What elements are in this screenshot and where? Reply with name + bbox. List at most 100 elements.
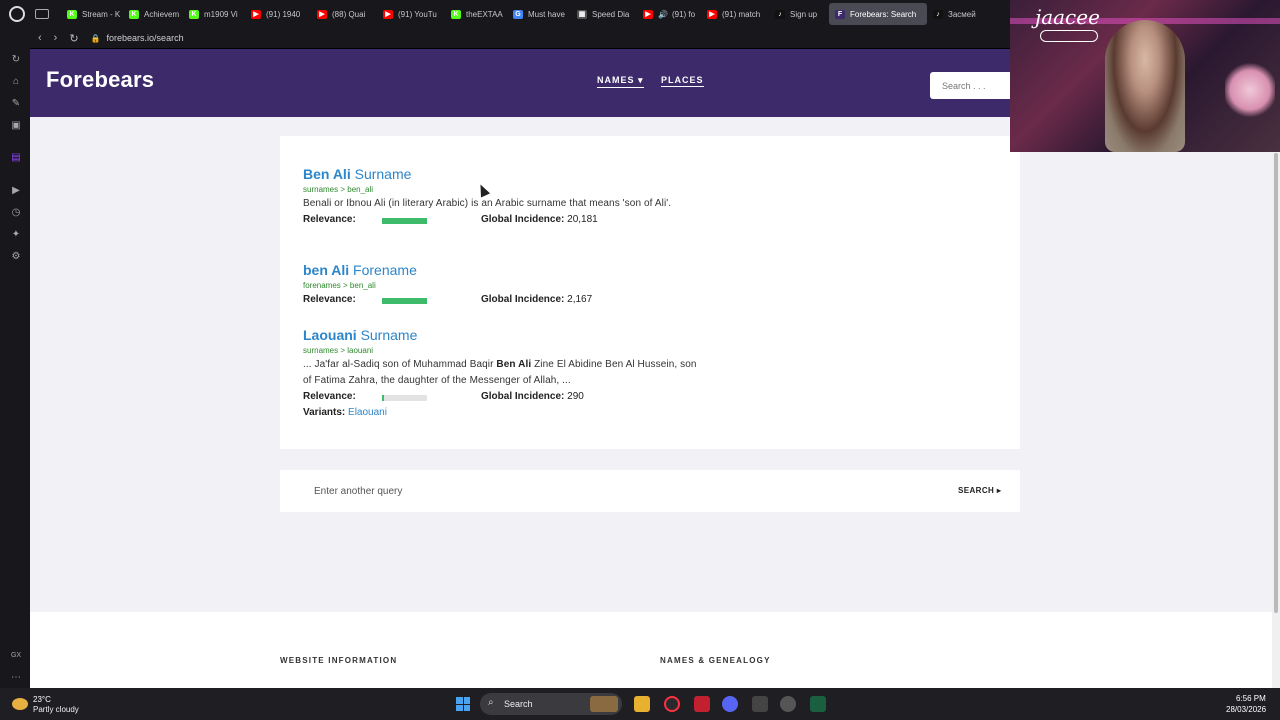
browser-tab[interactable]: ▶ (91) YouTu <box>377 3 445 25</box>
lock-icon: 🔒 <box>90 33 101 43</box>
more-icon[interactable]: ⋯ <box>10 672 22 684</box>
gx-icon[interactable]: GX <box>10 650 22 662</box>
extensions-icon[interactable]: ✦ <box>10 229 22 241</box>
history-icon[interactable]: ↻ <box>10 54 22 66</box>
terminal-icon[interactable] <box>810 696 826 712</box>
reload-icon[interactable]: ↻ <box>69 32 78 45</box>
variant-link[interactable]: Elaouani <box>348 407 387 418</box>
result-breadcrumb[interactable]: surnames > ben_ali <box>303 185 723 194</box>
variants-label: Variants: <box>303 407 346 418</box>
results-card: Ben Ali Surname surnames > ben_ali Benal… <box>280 136 1020 449</box>
browser-tab[interactable]: K Stream - K <box>61 3 123 25</box>
tab-label: theEXTAA <box>466 9 503 19</box>
windows-taskbar: 23°C Partly cloudy ⌕ Search 6:56 PM 28/0… <box>0 688 1280 720</box>
result-stats: Relevance: Global Incidence: 2,167 <box>303 292 723 308</box>
footer-names-genealogy: NAMES & GENEALOGY <box>660 656 771 665</box>
messenger-icon[interactable]: ▣ <box>10 120 22 132</box>
result-title-link[interactable]: ben Ali Forename <box>303 262 723 278</box>
browser-tab[interactable]: ▶ (91) 1940 <box>245 3 311 25</box>
app-x-icon[interactable] <box>694 696 710 712</box>
tab-label: m1909 Vi <box>204 9 238 19</box>
site-footer: WEBSITE INFORMATION NAMES & GENEALOGY <box>30 612 1272 688</box>
browser-tab[interactable]: ♪ Sign up <box>769 3 829 25</box>
player-icon[interactable]: ▶ <box>10 185 22 197</box>
tab-label: (91) fo <box>671 9 696 19</box>
clock-icon[interactable]: ◷ <box>10 207 22 219</box>
result-title-link[interactable]: Laouani Surname <box>303 327 723 343</box>
browser-sidebar: ↻ ⌂ ✎ ▣ ▤ ▶ ◷ ✦ ⚙ GX ⋯ <box>0 28 30 688</box>
browser-tab[interactable]: F Forebears: Search <box>829 3 927 25</box>
relevance-bar <box>382 395 427 401</box>
global-incidence: Global Incidence: 2,167 <box>481 294 593 305</box>
global-incidence: Global Incidence: 290 <box>481 391 584 402</box>
browser-tab[interactable]: K Achievem <box>123 3 183 25</box>
windows-start-icon[interactable] <box>456 697 470 711</box>
tab-favicon-icon: K <box>451 9 461 19</box>
flower-decoration <box>1225 60 1275 120</box>
edit-icon[interactable]: ✎ <box>10 98 22 110</box>
taskbar-time[interactable]: 6:56 PM <box>1236 694 1266 703</box>
address-bar: ‹ › ↻ 🔒 forebears.io/search <box>30 28 1010 48</box>
tab-favicon-icon: ▶ <box>643 9 653 19</box>
result-breadcrumb[interactable]: surnames > laouani <box>303 346 723 355</box>
browser-tab[interactable]: ♪ Засмей <box>927 3 977 25</box>
search-highlight-icon <box>590 696 618 712</box>
weather-temperature[interactable]: 23°C <box>33 695 51 704</box>
briefcase-icon[interactable]: ⌂ <box>10 76 22 88</box>
result-stats: Relevance: Global Incidence: 20,181 <box>303 212 723 228</box>
browser-tab[interactable]: ▶ 🔊 (91) fo <box>637 3 701 25</box>
tab-favicon-icon: ▶ <box>251 9 261 19</box>
weather-icon[interactable] <box>12 698 28 710</box>
webcam-overlay: jaacee <box>1010 0 1280 152</box>
browser-tab[interactable]: KtheEXTAA <box>445 3 507 25</box>
opera-gx-icon[interactable] <box>664 696 680 712</box>
caret-right-icon: ▸ <box>996 486 1002 495</box>
query-input[interactable] <box>314 480 874 502</box>
opera-logo-icon[interactable] <box>9 6 25 22</box>
nav-names[interactable]: NAMES ▾ <box>597 75 644 88</box>
forward-icon[interactable]: › <box>54 32 58 44</box>
streamer-camera <box>1105 20 1185 152</box>
weather-description[interactable]: Partly cloudy <box>33 705 79 714</box>
tab-list: K Stream - K K Achievem Km1909 Vi ▶ (91) 1940 ▶… <box>61 3 977 25</box>
back-icon[interactable]: ‹ <box>38 32 42 44</box>
browser-tab[interactable]: ▶ (91) match <box>701 3 769 25</box>
obs-icon[interactable] <box>752 696 768 712</box>
file-explorer-icon[interactable] <box>634 696 650 712</box>
result-item: Ben Ali Surname surnames > ben_ali Benal… <box>303 166 723 228</box>
tab-favicon-icon: ▦ <box>577 9 587 19</box>
tab-label: (91) match <box>722 9 761 19</box>
taskbar-date[interactable]: 28/03/2026 <box>1226 705 1266 714</box>
browser-tab[interactable]: ▦ Speed Dia <box>571 3 637 25</box>
url-text[interactable]: forebears.io/search <box>107 33 184 43</box>
site-search-input[interactable] <box>930 72 1020 99</box>
twitch-icon[interactable]: ▤ <box>10 152 22 164</box>
race-car-icon <box>1040 30 1098 42</box>
relevance-bar <box>382 218 427 224</box>
query-card: SEARCH ▸ <box>280 470 1020 512</box>
browser-tab[interactable]: Km1909 Vi <box>183 3 245 25</box>
taskbar-search[interactable]: ⌕ Search <box>480 693 622 715</box>
search-button[interactable]: SEARCH ▸ <box>958 486 1001 495</box>
tab-label: Stream - K <box>82 9 121 19</box>
result-breadcrumb[interactable]: forenames > ben_ali <box>303 281 723 290</box>
result-stats: Relevance: Global Incidence: 290 <box>303 389 723 405</box>
site-logo[interactable]: Forebears <box>46 67 154 93</box>
global-incidence: Global Incidence: 20,181 <box>481 214 598 225</box>
browser-tab[interactable]: ▶ (88) Quai <box>311 3 377 25</box>
tab-favicon-icon: ♪ <box>933 9 943 19</box>
tab-label: (91) YouTu <box>398 9 437 19</box>
discord-icon[interactable] <box>722 696 738 712</box>
browser-tab[interactable]: G Must have <box>507 3 571 25</box>
tab-islands-icon[interactable] <box>35 9 49 19</box>
scrollbar-thumb[interactable] <box>1274 153 1278 613</box>
relevance-label: Relevance: <box>303 391 356 402</box>
relevance-label: Relevance: <box>303 214 356 225</box>
audio-app-icon[interactable] <box>780 696 796 712</box>
result-title-link[interactable]: Ben Ali Surname <box>303 166 723 182</box>
tab-label: Засмей <box>948 9 976 19</box>
settings-icon[interactable]: ⚙ <box>10 251 22 263</box>
tab-favicon-icon: ♪ <box>775 9 785 19</box>
nav-places[interactable]: PLACES <box>661 75 704 87</box>
speaker-icon[interactable]: 🔊 <box>658 10 668 19</box>
